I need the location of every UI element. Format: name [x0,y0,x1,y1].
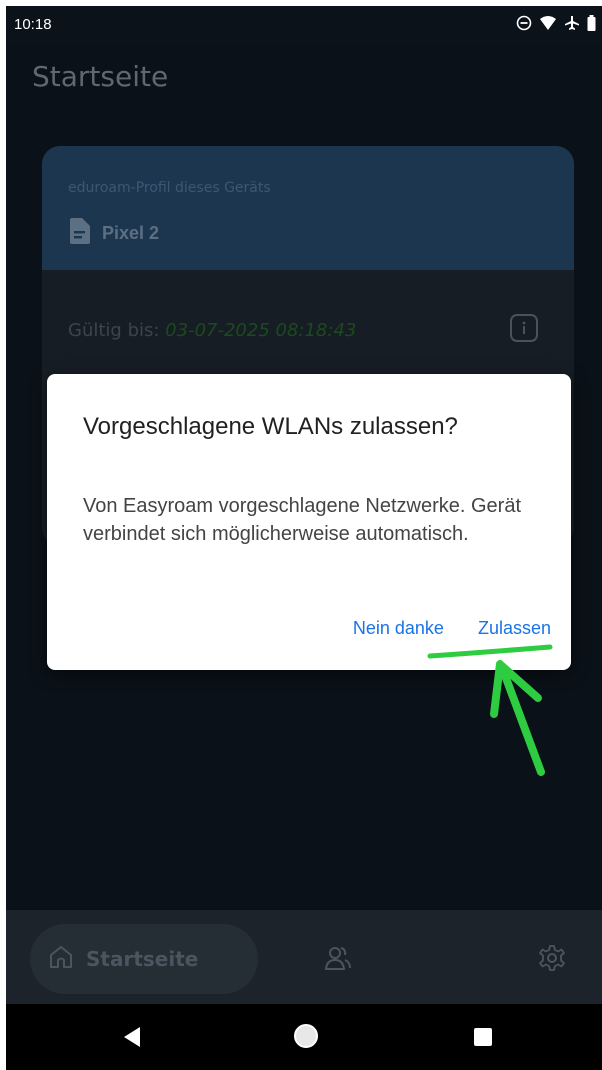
decline-button[interactable]: Nein danke [353,618,444,639]
home-icon [48,944,74,974]
dialog-title: Vorgeschlagene WLANs zulassen? [83,413,458,440]
status-icons [516,15,596,31]
people-icon[interactable] [324,944,352,976]
recents-icon[interactable] [474,1028,492,1046]
airplane-mode-icon [564,15,580,31]
wifi-icon [539,15,557,31]
info-icon[interactable] [510,314,538,342]
nav-home-tab[interactable]: Startseite [30,924,258,994]
system-navigation-bar [6,1004,602,1070]
page-title: Startseite [32,60,169,93]
gear-icon[interactable] [538,944,566,976]
device-name: Pixel 2 [102,222,160,243]
status-bar: 10:18 [6,6,602,44]
annotation-arrow [499,666,545,776]
status-time: 10:18 [14,16,52,33]
profile-card-header: eduroam-Profil dieses Geräts Pixel 2 [42,146,574,270]
valid-label: Gültig bis: [68,320,160,341]
valid-until-value: 03-07-2025 08:18:43 [165,320,357,341]
bottom-navigation: Startseite [6,910,602,1004]
dialog-actions: Nein danke Zulassen [353,618,551,639]
profile-caption: eduroam-Profil dieses Geräts [68,180,271,196]
device-row: Pixel 2 [68,218,159,248]
valid-until-row: Gültig bis: 03-07-2025 08:18:43 [68,320,356,341]
battery-icon [587,15,596,31]
do-not-disturb-icon [516,15,532,31]
annotation-arrowhead [490,660,542,718]
nav-home-label: Startseite [86,947,199,971]
document-icon [68,218,90,248]
app-screen: 10:18 Startseite eduroam-Profil dieses G… [6,6,602,1070]
allow-button[interactable]: Zulassen [478,618,551,639]
dialog-message: Von Easyroam vorgeschlagene Netzwerke. G… [83,495,521,545]
home-circle-icon[interactable] [294,1024,318,1048]
back-icon[interactable] [122,1026,142,1052]
wifi-suggestion-dialog: Vorgeschlagene WLANs zulassen? Von Easyr… [47,374,571,670]
